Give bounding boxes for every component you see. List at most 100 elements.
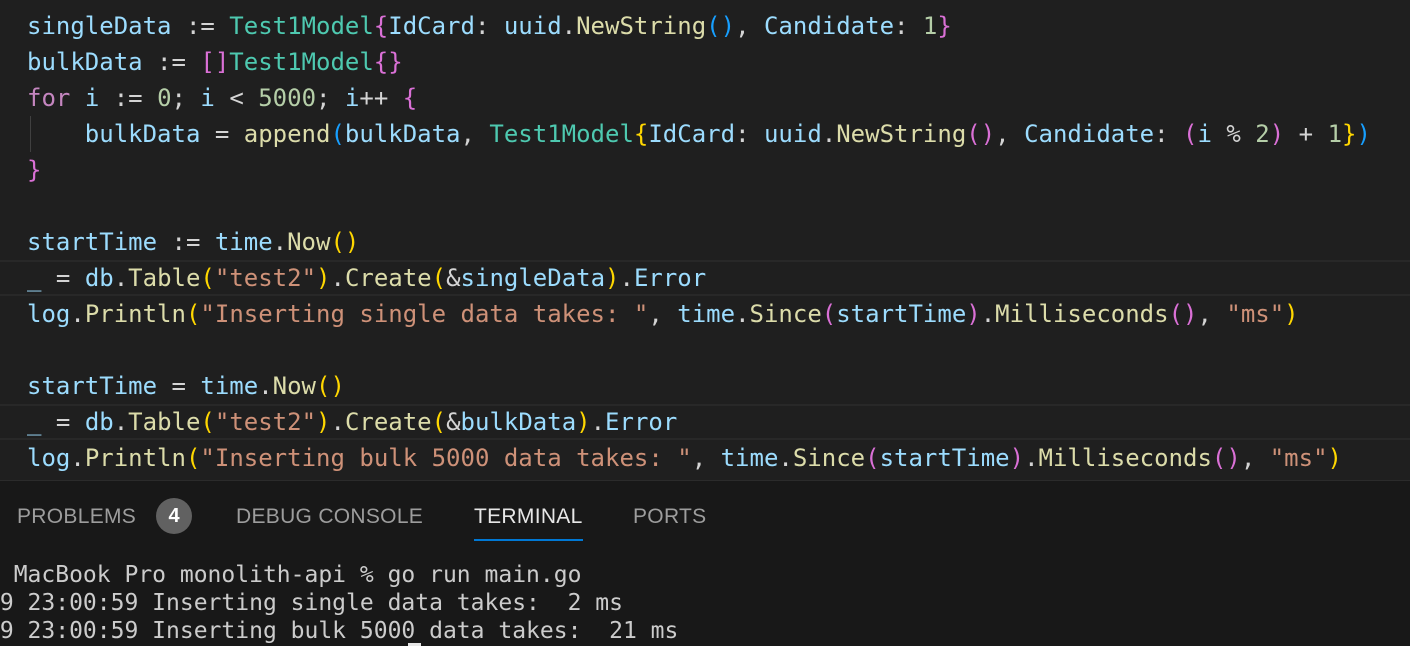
code-token: 5000 — [258, 84, 317, 112]
code-token: ( — [330, 120, 345, 148]
code-token: { — [402, 84, 418, 112]
code-line[interactable]: startTime := time.Now() — [0, 224, 1410, 260]
tab-ports[interactable]: PORTS — [633, 499, 706, 535]
code-token: : — [1154, 120, 1184, 148]
code-token: , — [691, 444, 721, 472]
code-token: "test2" — [214, 264, 317, 292]
code-token: bulkData — [460, 408, 577, 436]
code-line[interactable]: } — [0, 152, 1410, 188]
code-token: . — [70, 444, 85, 472]
code-line[interactable]: bulkData = append(bulkData, Test1Model{I… — [0, 116, 1410, 152]
code-token: Candidate — [1024, 120, 1155, 148]
code-token: ( — [431, 264, 447, 292]
code-line[interactable]: log.Println("Inserting bulk 5000 data ta… — [0, 440, 1410, 476]
code-token: Since — [749, 300, 822, 328]
code-token: i — [200, 84, 215, 112]
tab-terminal[interactable]: TERMINAL — [474, 499, 583, 541]
code-token: db — [84, 408, 114, 436]
code-token: time — [214, 228, 273, 256]
code-token: ( — [1183, 120, 1198, 148]
code-line[interactable]: log.Println("Inserting single data takes… — [0, 296, 1410, 332]
code-token: uuid — [763, 120, 822, 148]
code-token: } — [937, 12, 952, 40]
code-token: . — [778, 444, 793, 472]
tab-problems-label: PROBLEMS — [17, 505, 137, 528]
code-token: db — [84, 264, 114, 292]
code-token: } — [1342, 120, 1357, 148]
code-token: NewString — [836, 120, 967, 148]
code-line[interactable] — [0, 188, 1410, 224]
code-token: "Inserting bulk 5000 data takes: " — [200, 444, 692, 472]
code-token: . — [113, 408, 129, 436]
code-token: log — [27, 300, 71, 328]
code-token: i — [84, 84, 100, 112]
terminal-output[interactable]: s MacBook Pro monolith-api % go run main… — [0, 559, 1410, 646]
code-token: "Inserting single data takes: " — [200, 300, 649, 328]
code-token: : — [894, 12, 923, 40]
code-token: "ms" — [1269, 444, 1328, 472]
code-token: } — [27, 156, 42, 184]
code-token: startTime — [836, 300, 967, 328]
code-line[interactable]: for i := 0; i < 5000; i++ { — [0, 80, 1410, 116]
code-token: NewString — [576, 12, 707, 40]
code-token: . — [735, 300, 750, 328]
code-line[interactable]: _ = db.Table("test2").Create(&bulkData).… — [0, 404, 1410, 440]
code-token: < — [214, 84, 259, 112]
active-tab-indicator — [474, 539, 583, 541]
code-token: IdCard — [648, 120, 736, 148]
code-token: Test1Model — [229, 48, 374, 76]
code-token: . — [980, 300, 996, 328]
code-token: : — [474, 12, 504, 40]
code-line[interactable] — [0, 332, 1410, 368]
code-token: . — [70, 300, 85, 328]
code-token: , — [1240, 444, 1270, 472]
code-token: ( — [865, 444, 880, 472]
tab-terminal-label: TERMINAL — [474, 505, 583, 528]
code-token: . — [590, 408, 606, 436]
panel-tab-bar: PROBLEMS 4 DEBUG CONSOLE TERMINAL PORTS — [0, 481, 1410, 551]
vscode-window: singleData := Test1Model{IdCard: uuid.Ne… — [0, 0, 1410, 646]
code-token: uuid — [503, 12, 562, 40]
code-token: ; — [316, 84, 345, 112]
code-token: ) — [605, 264, 620, 292]
code-token: % — [1211, 120, 1256, 148]
code-token: . — [1024, 444, 1039, 472]
code-line[interactable]: singleData := Test1Model{IdCard: uuid.Ne… — [0, 8, 1410, 44]
code-token: 1 — [922, 12, 938, 40]
code-token: singleData — [460, 264, 606, 292]
tab-problems[interactable]: PROBLEMS — [17, 499, 136, 535]
code-token: Table — [128, 264, 201, 292]
code-token: { — [633, 120, 649, 148]
code-token: Table — [128, 408, 201, 436]
code-token: time — [677, 300, 736, 328]
code-token: bulkData — [27, 48, 143, 76]
code-token: 1 — [1327, 120, 1343, 148]
code-token: = — [41, 408, 85, 436]
code-token: 2 — [1255, 120, 1270, 148]
code-line[interactable]: startTime = time.Now() — [0, 368, 1410, 404]
code-line[interactable]: bulkData := []Test1Model{} — [0, 44, 1410, 80]
code-token: Milliseconds — [1038, 444, 1212, 472]
code-token: ( — [185, 300, 201, 328]
terminal-line: 09 23:00:59 Inserting bulk 5000 data tak… — [0, 618, 679, 644]
code-token: () — [706, 12, 736, 40]
code-token: = — [157, 372, 201, 400]
code-token: , — [460, 120, 490, 148]
code-token: ) — [1327, 444, 1342, 472]
code-token: := — [142, 48, 201, 76]
code-token: ( — [200, 408, 215, 436]
code-token: Error — [605, 408, 678, 436]
code-token: append — [243, 120, 331, 148]
code-token: ) — [1284, 300, 1299, 328]
code-line[interactable]: _ = db.Table("test2").Create(&singleData… — [0, 260, 1410, 296]
code-token: _ — [27, 264, 42, 292]
code-token: 0 — [157, 84, 172, 112]
tab-debug-console[interactable]: DEBUG CONSOLE — [236, 499, 423, 535]
code-token: . — [272, 228, 288, 256]
code-token: ( — [185, 444, 201, 472]
code-token: Create — [344, 408, 432, 436]
code-editor[interactable]: singleData := Test1Model{IdCard: uuid.Ne… — [0, 0, 1410, 480]
code-token: {} — [373, 48, 403, 76]
